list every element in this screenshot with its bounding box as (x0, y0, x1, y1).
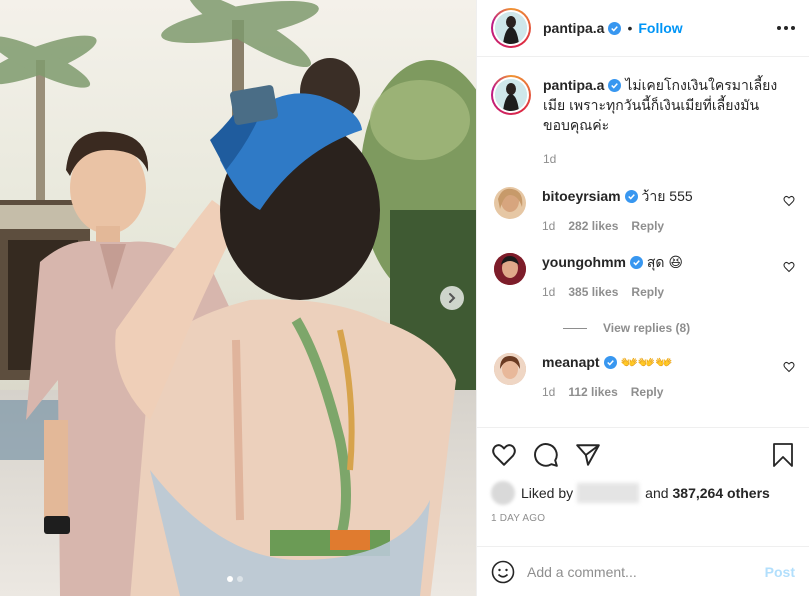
view-replies-button[interactable]: View replies (8) (563, 321, 795, 335)
comment-heart-icon[interactable] (783, 195, 795, 207)
carousel-dot (237, 576, 243, 582)
bookmark-icon[interactable] (771, 442, 795, 468)
comment-input[interactable] (527, 563, 765, 580)
reply-button[interactable]: Reply (631, 283, 664, 301)
comment-age: 1d (542, 385, 556, 399)
liked-by-prefix: Liked by (521, 485, 574, 501)
more-options-icon[interactable] (777, 26, 795, 30)
post-comment-button[interactable]: Post (765, 564, 795, 580)
avatar-image (494, 253, 526, 285)
photo-scene (0, 0, 476, 596)
reply-button[interactable]: Reply (631, 383, 664, 401)
view-replies-line (563, 327, 587, 329)
comment-text: 👐👐👐 (620, 354, 673, 370)
liker-name-blurred[interactable] (577, 483, 640, 503)
post-photo[interactable] (0, 0, 476, 596)
reply-button[interactable]: Reply (631, 217, 664, 235)
commenter-username[interactable]: bitoeyrsiam (542, 188, 621, 204)
liker-avatar-blurred[interactable] (491, 481, 515, 505)
comment-likes[interactable]: 112 likes (568, 383, 617, 401)
liked-by-suffix: and (645, 485, 669, 501)
caption-username[interactable]: pantipa.a (543, 77, 604, 93)
carousel-dot-active (227, 576, 233, 582)
view-replies-label: View replies (8) (603, 321, 691, 335)
verified-badge-icon (608, 21, 622, 35)
commenter-avatar[interactable] (494, 353, 526, 385)
verified-badge-icon (630, 256, 643, 269)
post-header: pantipa.a • Follow (477, 0, 809, 57)
next-slide-button[interactable] (440, 286, 464, 310)
chevron-right-icon (449, 293, 456, 303)
comment-likes[interactable]: 385 likes (568, 283, 618, 301)
commenter-username[interactable]: meanapt (542, 354, 600, 370)
verified-badge-icon (608, 79, 622, 92)
commenter-username[interactable]: youngohmm (542, 254, 626, 270)
commenter-avatar[interactable] (494, 253, 526, 285)
comment-text: สุด 😆 (646, 254, 684, 270)
smiley-icon[interactable] (491, 560, 515, 584)
comment-age: 1d (542, 285, 556, 299)
avatar-image (495, 79, 527, 111)
author-avatar[interactable] (491, 8, 531, 48)
header-separator: • (627, 20, 633, 36)
comment-heart-icon[interactable] (783, 261, 795, 273)
verified-badge-icon (603, 356, 617, 369)
comment-bubble-icon[interactable] (533, 442, 559, 468)
liked-by-others[interactable]: 387,264 others (673, 485, 770, 501)
comments-list[interactable]: pantipa.a ไม่เคยโกงเงินใครมาเลี้ยงเมีย เ… (477, 57, 809, 427)
commenter-avatar[interactable] (494, 187, 526, 219)
comment-item: meanapt 👐👐👐 1d 112 likes Reply (491, 353, 795, 401)
follow-button[interactable]: Follow (638, 20, 682, 36)
post-timestamp[interactable]: 1 DAY AGO (491, 513, 795, 524)
liked-by-row: Liked by and 387,264 others (491, 481, 795, 505)
author-username[interactable]: pantipa.a (543, 20, 604, 36)
caption-author-avatar[interactable] (491, 75, 531, 115)
verified-badge-icon (624, 190, 638, 203)
post-caption: pantipa.a ไม่เคยโกงเงินใครมาเลี้ยงเมีย เ… (491, 75, 795, 169)
post-side-panel: pantipa.a • Follow pantipa.a ไม่เคยโกงเง… (476, 0, 809, 596)
instagram-post: pantipa.a • Follow pantipa.a ไม่เคยโกงเง… (0, 0, 809, 596)
comment-likes[interactable]: 282 likes (568, 217, 618, 235)
avatar-image (498, 188, 523, 212)
comment-item: bitoeyrsiam ว้าย 555 1d 282 likes Reply (491, 187, 795, 235)
caption-age: 1d (543, 152, 557, 166)
comment-age: 1d (542, 219, 556, 233)
comment-item: youngohmm สุด 😆 1d 385 likes Reply (491, 253, 795, 301)
comment-heart-icon[interactable] (783, 361, 795, 373)
add-comment-bar: Post (477, 546, 809, 596)
avatar-image (494, 353, 526, 385)
paper-plane-icon[interactable] (575, 442, 601, 468)
heart-icon[interactable] (491, 442, 517, 468)
avatar-image (495, 12, 527, 44)
carousel-indicator (227, 576, 243, 582)
comment-text: ว้าย 555 (641, 188, 693, 204)
post-actions: Liked by and 387,264 others 1 DAY AGO (477, 427, 809, 544)
